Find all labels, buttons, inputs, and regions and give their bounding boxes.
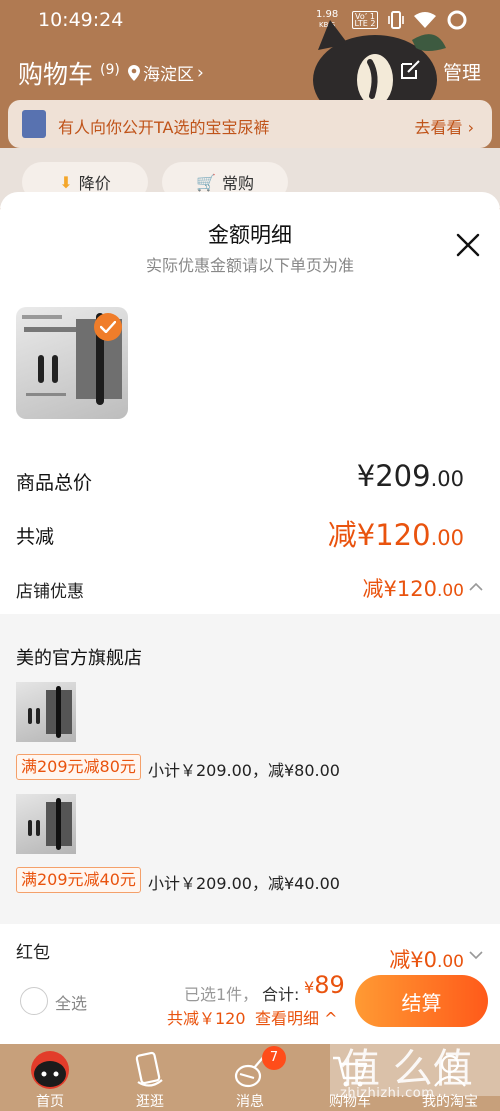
total-price-int: ¥209 xyxy=(356,459,431,493)
messages-badge: 7 xyxy=(262,1046,286,1070)
promo-link[interactable]: 去看看 › xyxy=(415,114,475,138)
shop-discount-value[interactable]: 减¥120.00 xyxy=(363,573,465,603)
red-packet-label: 红包 xyxy=(16,943,50,963)
product-image[interactable] xyxy=(16,307,128,419)
total-label: 合计: xyxy=(262,985,300,1004)
item-thumbnail xyxy=(16,794,76,854)
edit-icon[interactable] xyxy=(400,60,422,80)
promo-banner[interactable]: 有人向你公开TA选的宝宝尿裤 去看看 › xyxy=(8,100,492,148)
reduce-value: 减¥120.00 xyxy=(328,512,464,554)
home-cat-icon xyxy=(31,1051,69,1089)
location-selector[interactable]: 海淀区 › xyxy=(128,60,204,85)
sheet-title: 金额明细 xyxy=(208,223,292,247)
nav-browse[interactable]: 逛逛 xyxy=(100,1044,200,1111)
store-name: 美的官方旗舰店 xyxy=(16,648,142,669)
select-all-checkbox[interactable] xyxy=(20,987,48,1015)
reduce-dec: .00 xyxy=(430,526,464,550)
shop-discount-detail: 美的官方旗舰店 满209元减80元 小计￥209.00，减¥80.00 满209… xyxy=(0,614,500,924)
coupon-tag: 满209元减40元 xyxy=(16,867,141,893)
chevron-up-icon[interactable] xyxy=(469,582,483,591)
shop-discount-int: 减¥120 xyxy=(362,577,437,601)
checkmark-icon xyxy=(100,321,116,333)
select-all-label[interactable]: 全选 xyxy=(55,990,87,1014)
item-thumbnail xyxy=(16,682,76,742)
nav-browse-label: 逛逛 xyxy=(136,1094,164,1110)
selected-check-icon[interactable] xyxy=(94,313,122,341)
total-amount: ¥89 xyxy=(304,971,345,999)
shop-discount-label: 店铺优惠 xyxy=(16,582,84,602)
location-pin-icon xyxy=(128,64,140,81)
browse-icon xyxy=(135,1051,163,1087)
chevron-right-icon: › xyxy=(197,62,204,83)
caret-up-icon: ^ xyxy=(324,1009,338,1028)
view-detail-link[interactable]: 查看明细 ^ xyxy=(255,1005,338,1029)
checkout-button[interactable]: 结算 xyxy=(355,975,488,1027)
summary-reduce: 共减￥120 xyxy=(167,1009,246,1028)
selected-count: 已选1件， xyxy=(184,985,259,1004)
total-price-value: ¥209.00 xyxy=(357,459,464,493)
nav-home-label: 首页 xyxy=(36,1094,64,1110)
network-speed-value: 1.98 xyxy=(316,9,339,20)
close-icon[interactable] xyxy=(455,232,481,258)
reduce-label: 共减 xyxy=(16,526,55,548)
cart-title: 购物车 xyxy=(18,60,94,89)
total-amount-value: 89 xyxy=(314,971,345,999)
watermark-url: zhizhizhi.com xyxy=(340,1086,435,1101)
red-packet-int: 减¥0 xyxy=(389,948,437,972)
sheet-subtitle: 实际优惠金额请以下单页为准 xyxy=(145,256,354,275)
filter-label-price-drop: 降价 xyxy=(78,174,111,193)
total-price-dec: .00 xyxy=(430,467,464,491)
toothbrush-thumb-image xyxy=(28,798,72,850)
my-taobao-icon xyxy=(434,1054,466,1087)
promo-thumbnail xyxy=(22,110,46,138)
price-drop-icon: ⬇ xyxy=(59,172,73,192)
red-packet-dec: .00 xyxy=(436,952,464,972)
filter-label-frequent: 常购 xyxy=(221,174,254,193)
red-packet-value[interactable]: 减¥0.00 xyxy=(389,944,464,974)
manage-button[interactable]: 管理 xyxy=(443,58,481,85)
total-price-label: 商品总价 xyxy=(16,472,93,494)
cart-icon xyxy=(333,1056,368,1087)
item-subtotal: 小计￥209.00，减¥40.00 xyxy=(148,874,340,893)
view-detail-label: 查看明细 xyxy=(255,1009,320,1028)
item-subtotal: 小计￥209.00，减¥80.00 xyxy=(148,761,340,780)
nav-messages-label: 消息 xyxy=(236,1094,264,1110)
coupon-tag: 满209元减80元 xyxy=(16,754,141,780)
promo-text: 有人向你公开TA选的宝宝尿裤 xyxy=(58,118,270,137)
cart-small-icon: 🛒 xyxy=(196,172,216,192)
price-detail-sheet: 金额明细 实际优惠金额请以下单页为准 商品总价 ¥209.00 共减 减¥120… xyxy=(0,192,500,1044)
toothbrush-thumb-image xyxy=(28,686,72,738)
shop-discount-dec: .00 xyxy=(436,581,464,601)
chevron-down-icon[interactable] xyxy=(469,951,483,960)
location-label: 海淀区 xyxy=(143,65,194,85)
promo-link-label: 去看看 xyxy=(414,118,463,137)
cart-count: (9) xyxy=(100,62,120,78)
reduce-int: 减¥120 xyxy=(327,518,431,552)
nav-messages[interactable]: 7 消息 xyxy=(200,1044,300,1111)
nav-home[interactable]: 首页 xyxy=(0,1044,100,1111)
status-time: 10:49:24 xyxy=(38,9,124,31)
total-currency: ¥ xyxy=(304,978,315,997)
